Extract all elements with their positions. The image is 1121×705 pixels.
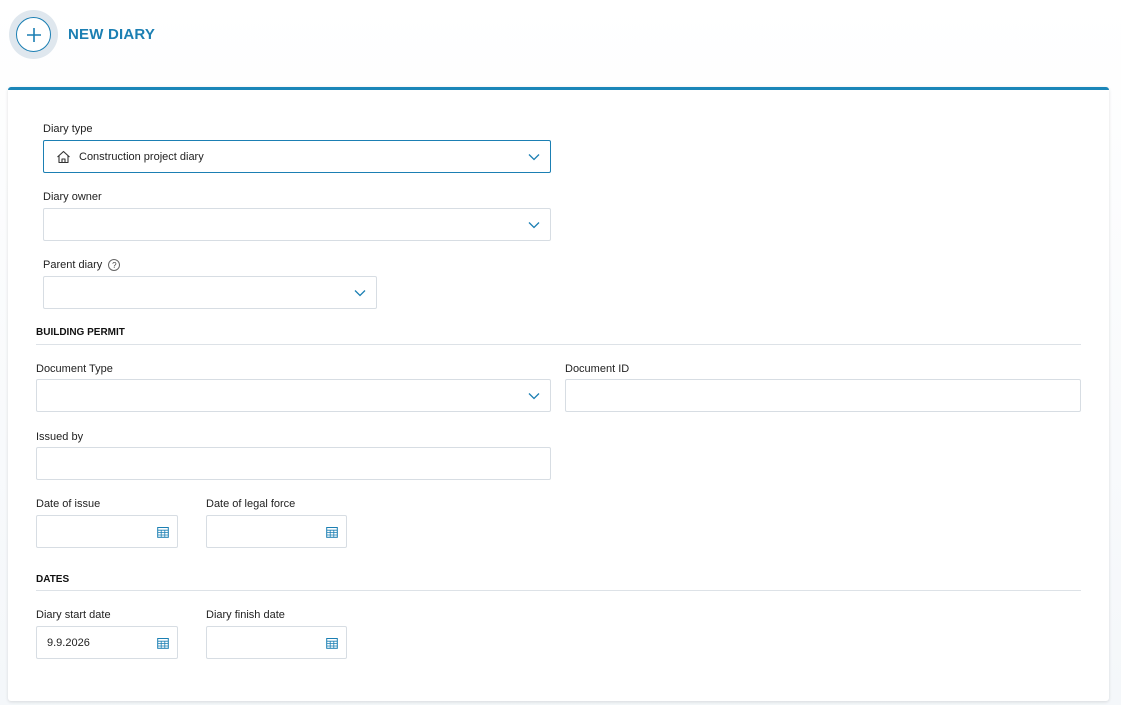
chevron-down-icon	[528, 153, 540, 160]
chevron-down-icon	[528, 221, 540, 228]
document-type-label: Document Type	[36, 363, 113, 375]
question-circle-icon[interactable]: ?	[108, 259, 121, 271]
document-id-label: Document ID	[565, 363, 630, 375]
diary-start-date-label: Diary start date	[36, 609, 111, 621]
parent-diary-label-group: Parent diary ?	[43, 259, 121, 271]
house-icon	[57, 150, 70, 163]
diary-type-value: Construction project diary	[79, 150, 204, 163]
diary-start-date-value: 9.9.2026	[47, 636, 90, 649]
diary-owner-select[interactable]	[43, 208, 551, 241]
dates-heading: DATES	[36, 574, 70, 585]
diary-owner-label: Diary owner	[43, 191, 102, 203]
diary-type-select[interactable]: Construction project diary	[43, 140, 551, 173]
calendar-icon[interactable]	[326, 526, 338, 538]
issued-by-label: Issued by	[36, 431, 84, 443]
diary-finish-date-input[interactable]	[206, 626, 347, 659]
page-header: NEW DIARY	[0, 0, 1121, 88]
page-title: NEW DIARY	[68, 26, 156, 43]
diary-type-label: Diary type	[43, 123, 93, 135]
issued-by-input[interactable]	[36, 447, 551, 480]
date-of-legal-force-label: Date of legal force	[206, 498, 296, 510]
parent-diary-label: Parent diary	[43, 259, 103, 271]
diary-finish-date-label: Diary finish date	[206, 609, 285, 621]
parent-diary-select[interactable]	[43, 276, 377, 309]
building-permit-heading: BUILDING PERMIT	[36, 327, 125, 338]
new-diary-button[interactable]	[9, 10, 58, 59]
new-diary-form: Diary type Construction project diary Di…	[8, 87, 1109, 701]
document-id-input[interactable]	[565, 379, 1081, 412]
plus-circle-icon	[16, 17, 51, 52]
chevron-down-icon	[354, 289, 366, 296]
calendar-icon[interactable]	[157, 637, 169, 649]
section-divider	[36, 590, 1081, 591]
calendar-icon[interactable]	[157, 526, 169, 538]
calendar-icon[interactable]	[326, 637, 338, 649]
date-of-legal-force-input[interactable]	[206, 515, 347, 548]
document-type-select[interactable]	[36, 379, 551, 412]
date-of-issue-label: Date of issue	[36, 498, 101, 510]
section-divider	[36, 344, 1081, 345]
date-of-issue-input[interactable]	[36, 515, 178, 548]
chevron-down-icon	[528, 392, 540, 399]
diary-start-date-input[interactable]: 9.9.2026	[36, 626, 178, 659]
